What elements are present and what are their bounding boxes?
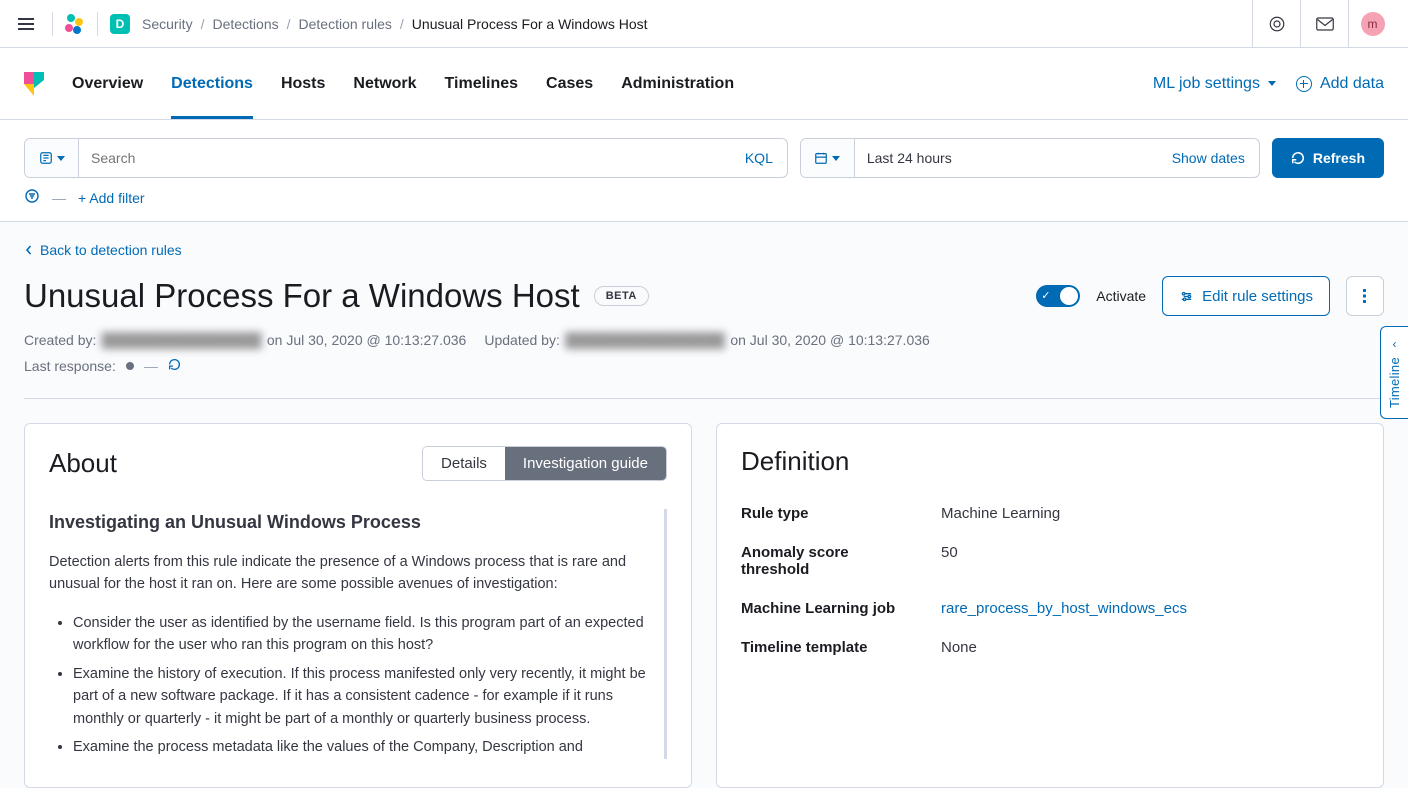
avatar[interactable]: m xyxy=(1361,12,1385,36)
filter-divider: — xyxy=(52,190,66,206)
updated-by-label: Updated by: xyxy=(484,332,560,348)
nav-tab-cases[interactable]: Cases xyxy=(546,48,593,119)
guide-bullet: Consider the user as identified by the u… xyxy=(73,612,652,657)
chevron-down-icon xyxy=(1268,81,1276,86)
rule-metadata: Created by: ████████████████ on Jul 30, … xyxy=(24,332,1384,348)
nav-tab-detections[interactable]: Detections xyxy=(171,48,253,119)
add-filter-button[interactable]: + Add filter xyxy=(78,190,145,206)
top-header: D Security / Detections / Detection rule… xyxy=(0,0,1408,48)
divider xyxy=(52,12,53,36)
breadcrumb-separator: / xyxy=(287,16,291,32)
add-data-button[interactable]: Add data xyxy=(1296,75,1384,93)
def-label-anomaly: Anomaly score threshold xyxy=(741,544,921,578)
back-link[interactable]: Back to detection rules xyxy=(24,242,182,258)
edit-rule-label: Edit rule settings xyxy=(1202,288,1313,305)
definition-title: Definition xyxy=(741,446,849,477)
mail-icon[interactable] xyxy=(1300,0,1348,48)
def-label-timeline-template: Timeline template xyxy=(741,639,921,656)
activate-switch[interactable]: ✓ xyxy=(1036,285,1080,307)
created-by-label: Created by: xyxy=(24,332,96,348)
kql-button[interactable]: KQL xyxy=(731,139,787,177)
updated-by-user: ████████████████ xyxy=(564,332,727,348)
created-on: on Jul 30, 2020 @ 10:13:27.036 xyxy=(267,332,466,348)
tab-investigation-guide[interactable]: Investigation guide xyxy=(505,447,666,480)
tab-details[interactable]: Details xyxy=(423,447,505,480)
breadcrumb-separator: / xyxy=(201,16,205,32)
divider xyxy=(24,398,1384,399)
ml-job-settings-button[interactable]: ML job settings xyxy=(1153,75,1276,93)
timeline-label: Timeline xyxy=(1387,357,1402,408)
last-response-label: Last response: xyxy=(24,358,116,374)
last-response-value: — xyxy=(144,358,158,374)
chevron-left-icon: ‹ xyxy=(1393,337,1397,351)
edit-rule-button[interactable]: Edit rule settings xyxy=(1162,276,1330,316)
last-response-refresh-icon[interactable] xyxy=(168,358,181,374)
def-label-ml-job: Machine Learning job xyxy=(741,600,921,617)
date-options-button[interactable] xyxy=(801,139,855,177)
add-data-label: Add data xyxy=(1320,75,1384,93)
def-value-timeline-template: None xyxy=(941,639,1359,656)
date-range-button[interactable]: Last 24 hours xyxy=(855,139,1158,177)
def-label-rule-type: Rule type xyxy=(741,505,921,522)
newsfeed-icon[interactable] xyxy=(1252,0,1300,48)
breadcrumb-item[interactable]: Security xyxy=(142,16,193,32)
breadcrumb: Security / Detections / Detection rules … xyxy=(142,16,648,32)
updated-on: on Jul 30, 2020 @ 10:13:27.036 xyxy=(730,332,929,348)
investigation-guide-body: Investigating an Unusual Windows Process… xyxy=(49,509,667,759)
about-tab-toggle: Details Investigation guide xyxy=(422,446,667,481)
ml-job-settings-label: ML job settings xyxy=(1153,75,1260,93)
beta-badge: BETA xyxy=(594,286,649,306)
timeline-flyout-tab[interactable]: ‹ Timeline xyxy=(1380,326,1408,419)
search-input[interactable] xyxy=(79,139,731,177)
divider xyxy=(97,12,98,36)
more-actions-button[interactable] xyxy=(1346,276,1384,316)
nav-tab-overview[interactable]: Overview xyxy=(72,48,143,119)
last-response: Last response: — xyxy=(24,358,1384,374)
breadcrumb-item[interactable]: Detection rules xyxy=(299,16,392,32)
def-value-anomaly: 50 xyxy=(941,544,1359,578)
chevron-down-icon xyxy=(57,156,65,161)
show-dates-button[interactable]: Show dates xyxy=(1158,139,1259,177)
nav-tab-administration[interactable]: Administration xyxy=(621,48,734,119)
elastic-logo-icon[interactable] xyxy=(65,14,85,34)
guide-bullet: Examine the history of execution. If thi… xyxy=(73,663,652,730)
created-by-user: ████████████████ xyxy=(100,332,263,348)
nav-tab-hosts[interactable]: Hosts xyxy=(281,48,325,119)
back-link-label: Back to detection rules xyxy=(40,242,182,258)
nav-bar: Overview Detections Hosts Network Timeli… xyxy=(0,48,1408,120)
activate-label: Activate xyxy=(1096,288,1146,304)
app-badge[interactable]: D xyxy=(110,14,130,34)
definition-panel: Definition Rule type Machine Learning An… xyxy=(716,423,1384,788)
search-bar: KQL xyxy=(24,138,788,178)
chevron-down-icon xyxy=(832,156,840,161)
breadcrumb-separator: / xyxy=(400,16,404,32)
breadcrumb-current: Unusual Process For a Windows Host xyxy=(412,16,648,32)
page-title: Unusual Process For a Windows Host xyxy=(24,277,580,315)
guide-intro: Detection alerts from this rule indicate… xyxy=(49,551,652,596)
about-panel: About Details Investigation guide Invest… xyxy=(24,423,692,788)
date-picker: Last 24 hours Show dates xyxy=(800,138,1260,178)
nav-tab-timelines[interactable]: Timelines xyxy=(445,48,519,119)
def-value-ml-job-link[interactable]: rare_process_by_host_windows_ecs xyxy=(941,600,1359,617)
hamburger-menu-icon[interactable] xyxy=(12,12,40,36)
refresh-button[interactable]: Refresh xyxy=(1272,138,1384,178)
main-content: Back to detection rules Unusual Process … xyxy=(0,222,1408,788)
guide-bullet: Examine the process metadata like the va… xyxy=(73,736,652,758)
security-app-icon xyxy=(24,72,44,96)
plus-circle-icon xyxy=(1296,76,1312,92)
about-title: About xyxy=(49,448,117,479)
guide-heading: Investigating an Unusual Windows Process xyxy=(49,509,652,537)
def-value-rule-type: Machine Learning xyxy=(941,505,1359,522)
breadcrumb-item[interactable]: Detections xyxy=(212,16,278,32)
filter-menu-icon[interactable] xyxy=(24,188,40,207)
nav-tab-network[interactable]: Network xyxy=(353,48,416,119)
search-options-button[interactable] xyxy=(25,139,79,177)
refresh-label: Refresh xyxy=(1313,150,1365,166)
status-dot-icon xyxy=(126,362,134,370)
